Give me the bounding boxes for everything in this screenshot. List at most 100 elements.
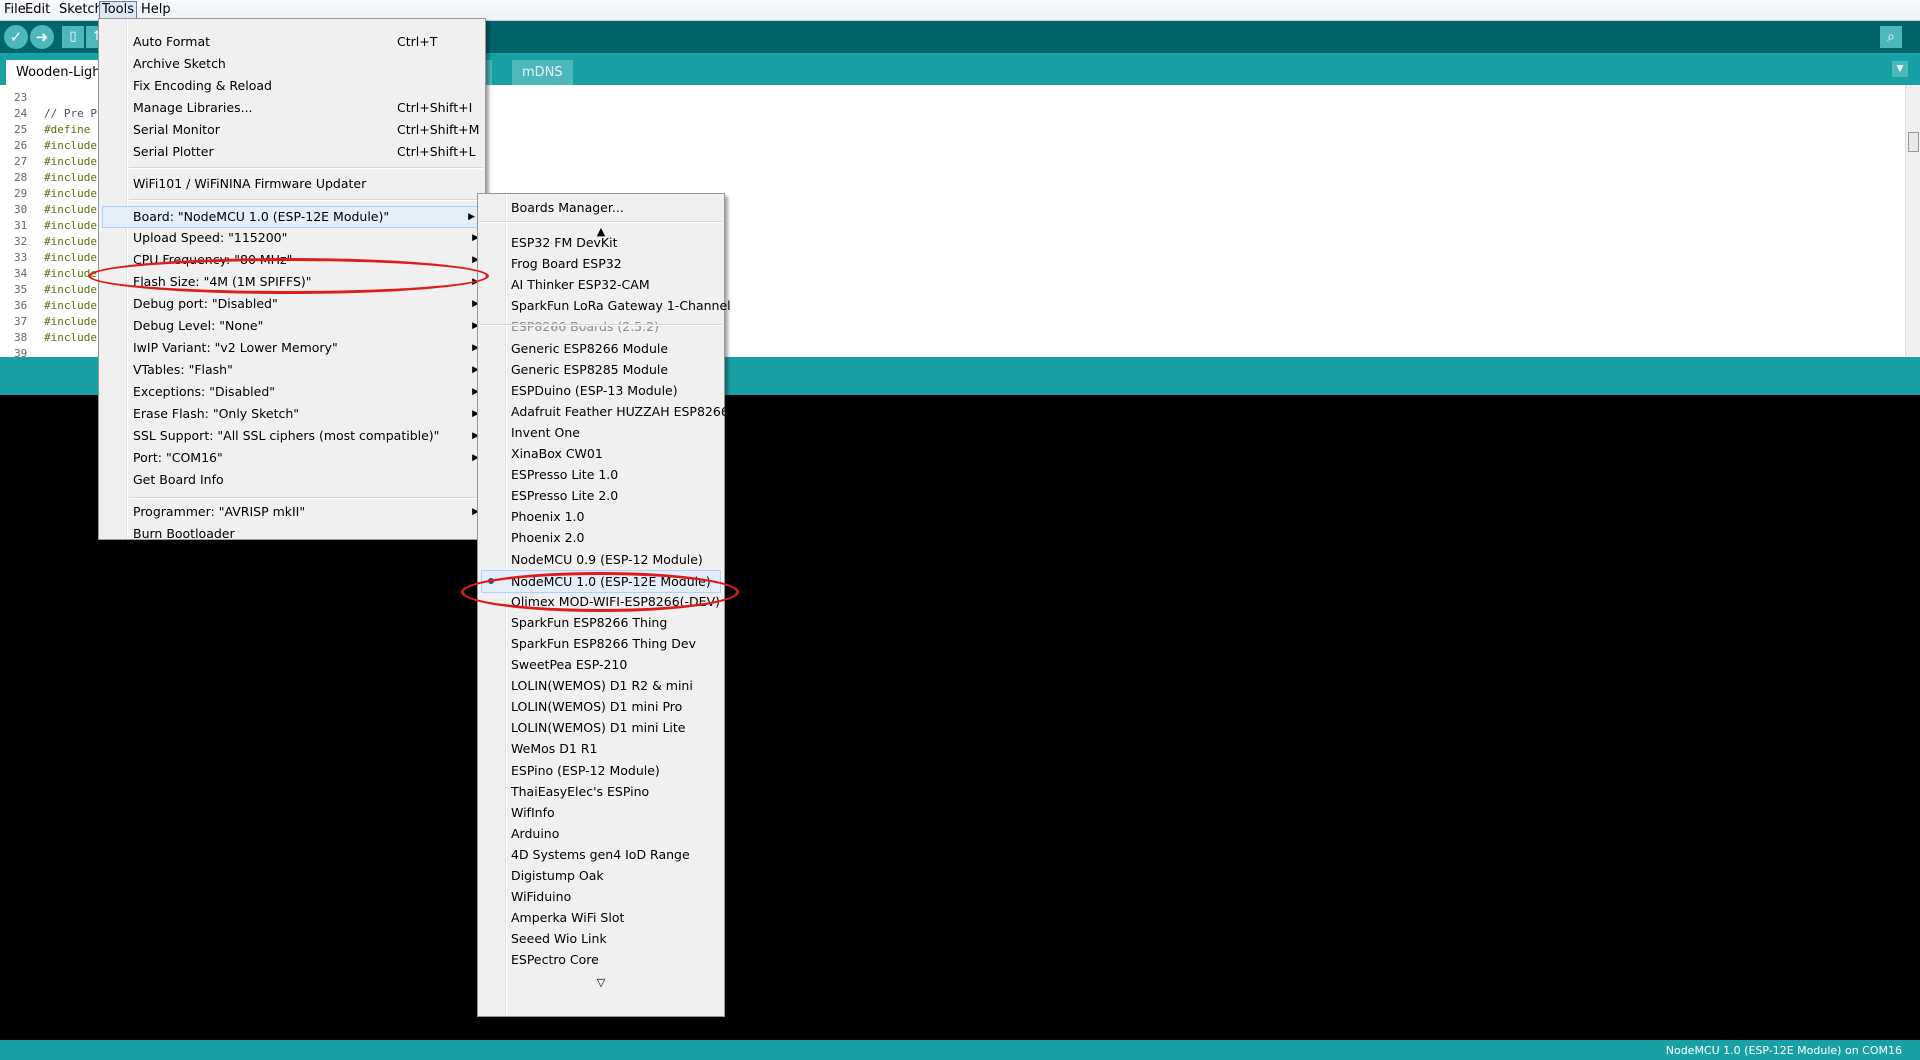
board-item-label: Arduino bbox=[511, 826, 560, 841]
tools-menu-item[interactable]: Debug Level: "None" ▶ bbox=[99, 316, 485, 336]
tools-menu-item[interactable]: IwIP Variant: "v2 Lower Memory" ▶ bbox=[99, 338, 485, 358]
board-item-label: Adafruit Feather HUZZAH ESP8266 bbox=[511, 404, 729, 419]
board-item-label: ESPDuino (ESP-13 Module) bbox=[511, 383, 678, 398]
menu-help[interactable]: Help bbox=[139, 2, 173, 18]
board-item-label: 4D Systems gen4 IoD Range bbox=[511, 847, 690, 862]
line-number: 32 bbox=[14, 235, 28, 248]
tools-menu-item[interactable]: SSL Support: "All SSL ciphers (most comp… bbox=[99, 426, 485, 446]
board-item-label: Frog Board ESP32 bbox=[511, 256, 622, 271]
board-item[interactable]: Invent One bbox=[478, 422, 724, 443]
board-item[interactable]: Generic ESP8266 Module bbox=[478, 338, 724, 359]
menu-tools[interactable]: Tools bbox=[99, 1, 138, 19]
board-item[interactable]: LOLIN(WEMOS) D1 mini Pro bbox=[478, 696, 724, 717]
board-item[interactable]: ESPDuino (ESP-13 Module) bbox=[478, 380, 724, 401]
tools-menu-item[interactable]: Get Board Info bbox=[99, 470, 485, 490]
code-line: #include bbox=[44, 155, 97, 168]
board-item[interactable]: LOLIN(WEMOS) D1 R2 & mini bbox=[478, 675, 724, 696]
code-line: #include bbox=[44, 235, 97, 248]
tools-menu-item[interactable]: Upload Speed: "115200" ▶ bbox=[99, 228, 485, 248]
editor-scrollbar[interactable] bbox=[1905, 85, 1920, 357]
code-line: #include bbox=[44, 251, 97, 264]
menu-item-label: IwIP Variant: "v2 Lower Memory" bbox=[133, 340, 338, 355]
board-item[interactable]: AI Thinker ESP32-CAM bbox=[478, 274, 724, 295]
board-item[interactable]: XinaBox CW01 bbox=[478, 443, 724, 464]
board-item[interactable]: WifInfo bbox=[478, 802, 724, 823]
scroll-down-icon[interactable]: ▽ bbox=[478, 976, 724, 989]
verify-button[interactable]: ✓ bbox=[4, 25, 28, 49]
tools-menu-item[interactable]: VTables: "Flash" ▶ bbox=[99, 360, 485, 380]
tab-mdns[interactable]: mDNS bbox=[512, 60, 573, 85]
tools-menu-item[interactable]: Serial Monitor Ctrl+Shift+M bbox=[99, 120, 485, 140]
board-item-label: LOLIN(WEMOS) D1 mini Lite bbox=[511, 720, 686, 735]
line-number: 30 bbox=[14, 203, 28, 216]
board-item[interactable]: ThaiEasyElec's ESPino bbox=[478, 781, 724, 802]
tools-menu-item[interactable]: Manage Libraries... Ctrl+Shift+I bbox=[99, 98, 485, 118]
board-item[interactable]: Frog Board ESP32 bbox=[478, 253, 724, 274]
tools-menu-item[interactable]: Port: "COM16" ▶ bbox=[99, 448, 485, 468]
tools-menu-item[interactable]: Erase Flash: "Only Sketch" ▶ bbox=[99, 404, 485, 424]
scrollbar-thumb[interactable] bbox=[1908, 132, 1919, 152]
board-item[interactable]: ESPresso Lite 1.0 bbox=[478, 464, 724, 485]
menu-item-label: Burn Bootloader bbox=[133, 526, 235, 541]
boards-manager-item[interactable]: Boards Manager... bbox=[478, 197, 724, 218]
board-item[interactable]: Seeed Wio Link bbox=[478, 928, 724, 949]
code-line: #define bbox=[44, 123, 91, 136]
flash-size-highlight-oval bbox=[88, 258, 489, 294]
tab-menu-button[interactable]: ▼ bbox=[1892, 61, 1908, 77]
board-item-label: ESPresso Lite 2.0 bbox=[511, 488, 619, 503]
tools-menu-item[interactable]: Serial Plotter Ctrl+Shift+L bbox=[99, 142, 485, 162]
board-item[interactable]: SweetPea ESP-210 bbox=[478, 654, 724, 675]
tools-menu-item[interactable]: Fix Encoding & Reload bbox=[99, 76, 485, 96]
board-item[interactable]: LOLIN(WEMOS) D1 mini Lite bbox=[478, 717, 724, 738]
board-item[interactable]: Generic ESP8285 Module bbox=[478, 359, 724, 380]
tools-menu-item[interactable]: Auto Format Ctrl+T bbox=[99, 32, 485, 52]
board-item[interactable]: WiFiduino bbox=[478, 886, 724, 907]
board-item[interactable]: ESP32 FM DevKit bbox=[478, 232, 724, 253]
board-item[interactable]: WeMos D1 R1 bbox=[478, 738, 724, 759]
tools-menu-item[interactable]: WiFi101 / WiFiNINA Firmware Updater bbox=[99, 174, 485, 194]
board-item[interactable]: Phoenix 1.0 bbox=[478, 506, 724, 527]
menu-item-label: Get Board Info bbox=[133, 472, 224, 487]
tools-menu-item[interactable]: Board: "NodeMCU 1.0 (ESP-12E Module)" ▶ bbox=[102, 206, 482, 228]
board-item-label: Generic ESP8266 Module bbox=[511, 341, 669, 356]
board-item[interactable]: ESPino (ESP-12 Module) bbox=[478, 760, 724, 781]
board-item[interactable]: Phoenix 2.0 bbox=[478, 527, 724, 548]
board-item[interactable]: ESPresso Lite 2.0 bbox=[478, 485, 724, 506]
board-item[interactable]: SparkFun ESP8266 Thing Dev bbox=[478, 633, 724, 654]
tools-menu-item[interactable]: Exceptions: "Disabled" ▶ bbox=[99, 382, 485, 402]
tools-menu-item[interactable]: Archive Sketch bbox=[99, 54, 485, 74]
tools-menu-item[interactable]: Debug port: "Disabled" ▶ bbox=[99, 294, 485, 314]
board-item-label: SweetPea ESP-210 bbox=[511, 657, 628, 672]
check-icon: ✓ bbox=[9, 28, 23, 46]
tools-menu-item[interactable]: Burn Bootloader bbox=[99, 524, 485, 544]
board-item[interactable]: SparkFun LoRa Gateway 1-Channel bbox=[478, 295, 731, 316]
board-item[interactable]: Arduino bbox=[478, 823, 724, 844]
board-item-label: ESPectro Core bbox=[511, 952, 599, 967]
tools-menu-item[interactable]: Programmer: "AVRISP mkII" ▶ bbox=[99, 502, 485, 522]
menu-item-shortcut: Ctrl+Shift+I bbox=[397, 100, 473, 115]
upload-button[interactable]: ➜ bbox=[30, 25, 54, 49]
serial-monitor-button[interactable]: ⌕ bbox=[1880, 26, 1902, 48]
board-item-label: Invent One bbox=[511, 425, 580, 440]
board-item[interactable]: ESPectro Core bbox=[478, 949, 724, 970]
menu-edit[interactable]: Edit bbox=[23, 2, 52, 18]
new-sketch-button[interactable]: ▯ bbox=[62, 26, 84, 48]
code-line: #include bbox=[44, 187, 97, 200]
board-item[interactable]: Amperka WiFi Slot bbox=[478, 907, 724, 928]
triangle-down-icon: ▼ bbox=[1896, 64, 1904, 74]
line-number: 37 bbox=[14, 315, 28, 328]
board-item[interactable]: SparkFun ESP8266 Thing bbox=[478, 612, 724, 633]
menu-sketch[interactable]: Sketch bbox=[57, 2, 105, 18]
menu-item-label: Upload Speed: "115200" bbox=[133, 230, 288, 245]
line-number: 31 bbox=[14, 219, 28, 232]
board-item[interactable]: NodeMCU 0.9 (ESP-12 Module) bbox=[478, 549, 724, 570]
board-group-header: ESP8266 Boards (2.5.2) bbox=[478, 316, 724, 337]
board-item-label: ESPresso Lite 1.0 bbox=[511, 467, 619, 482]
line-number: 28 bbox=[14, 171, 28, 184]
menu-item-label: Serial Monitor bbox=[133, 122, 220, 137]
board-item[interactable]: 4D Systems gen4 IoD Range bbox=[478, 844, 724, 865]
board-item[interactable]: Adafruit Feather HUZZAH ESP8266 bbox=[478, 401, 729, 422]
board-item-label: NodeMCU 0.9 (ESP-12 Module) bbox=[511, 552, 703, 567]
board-item[interactable]: Digistump Oak bbox=[478, 865, 724, 886]
board-item-label: LOLIN(WEMOS) D1 mini Pro bbox=[511, 699, 683, 714]
